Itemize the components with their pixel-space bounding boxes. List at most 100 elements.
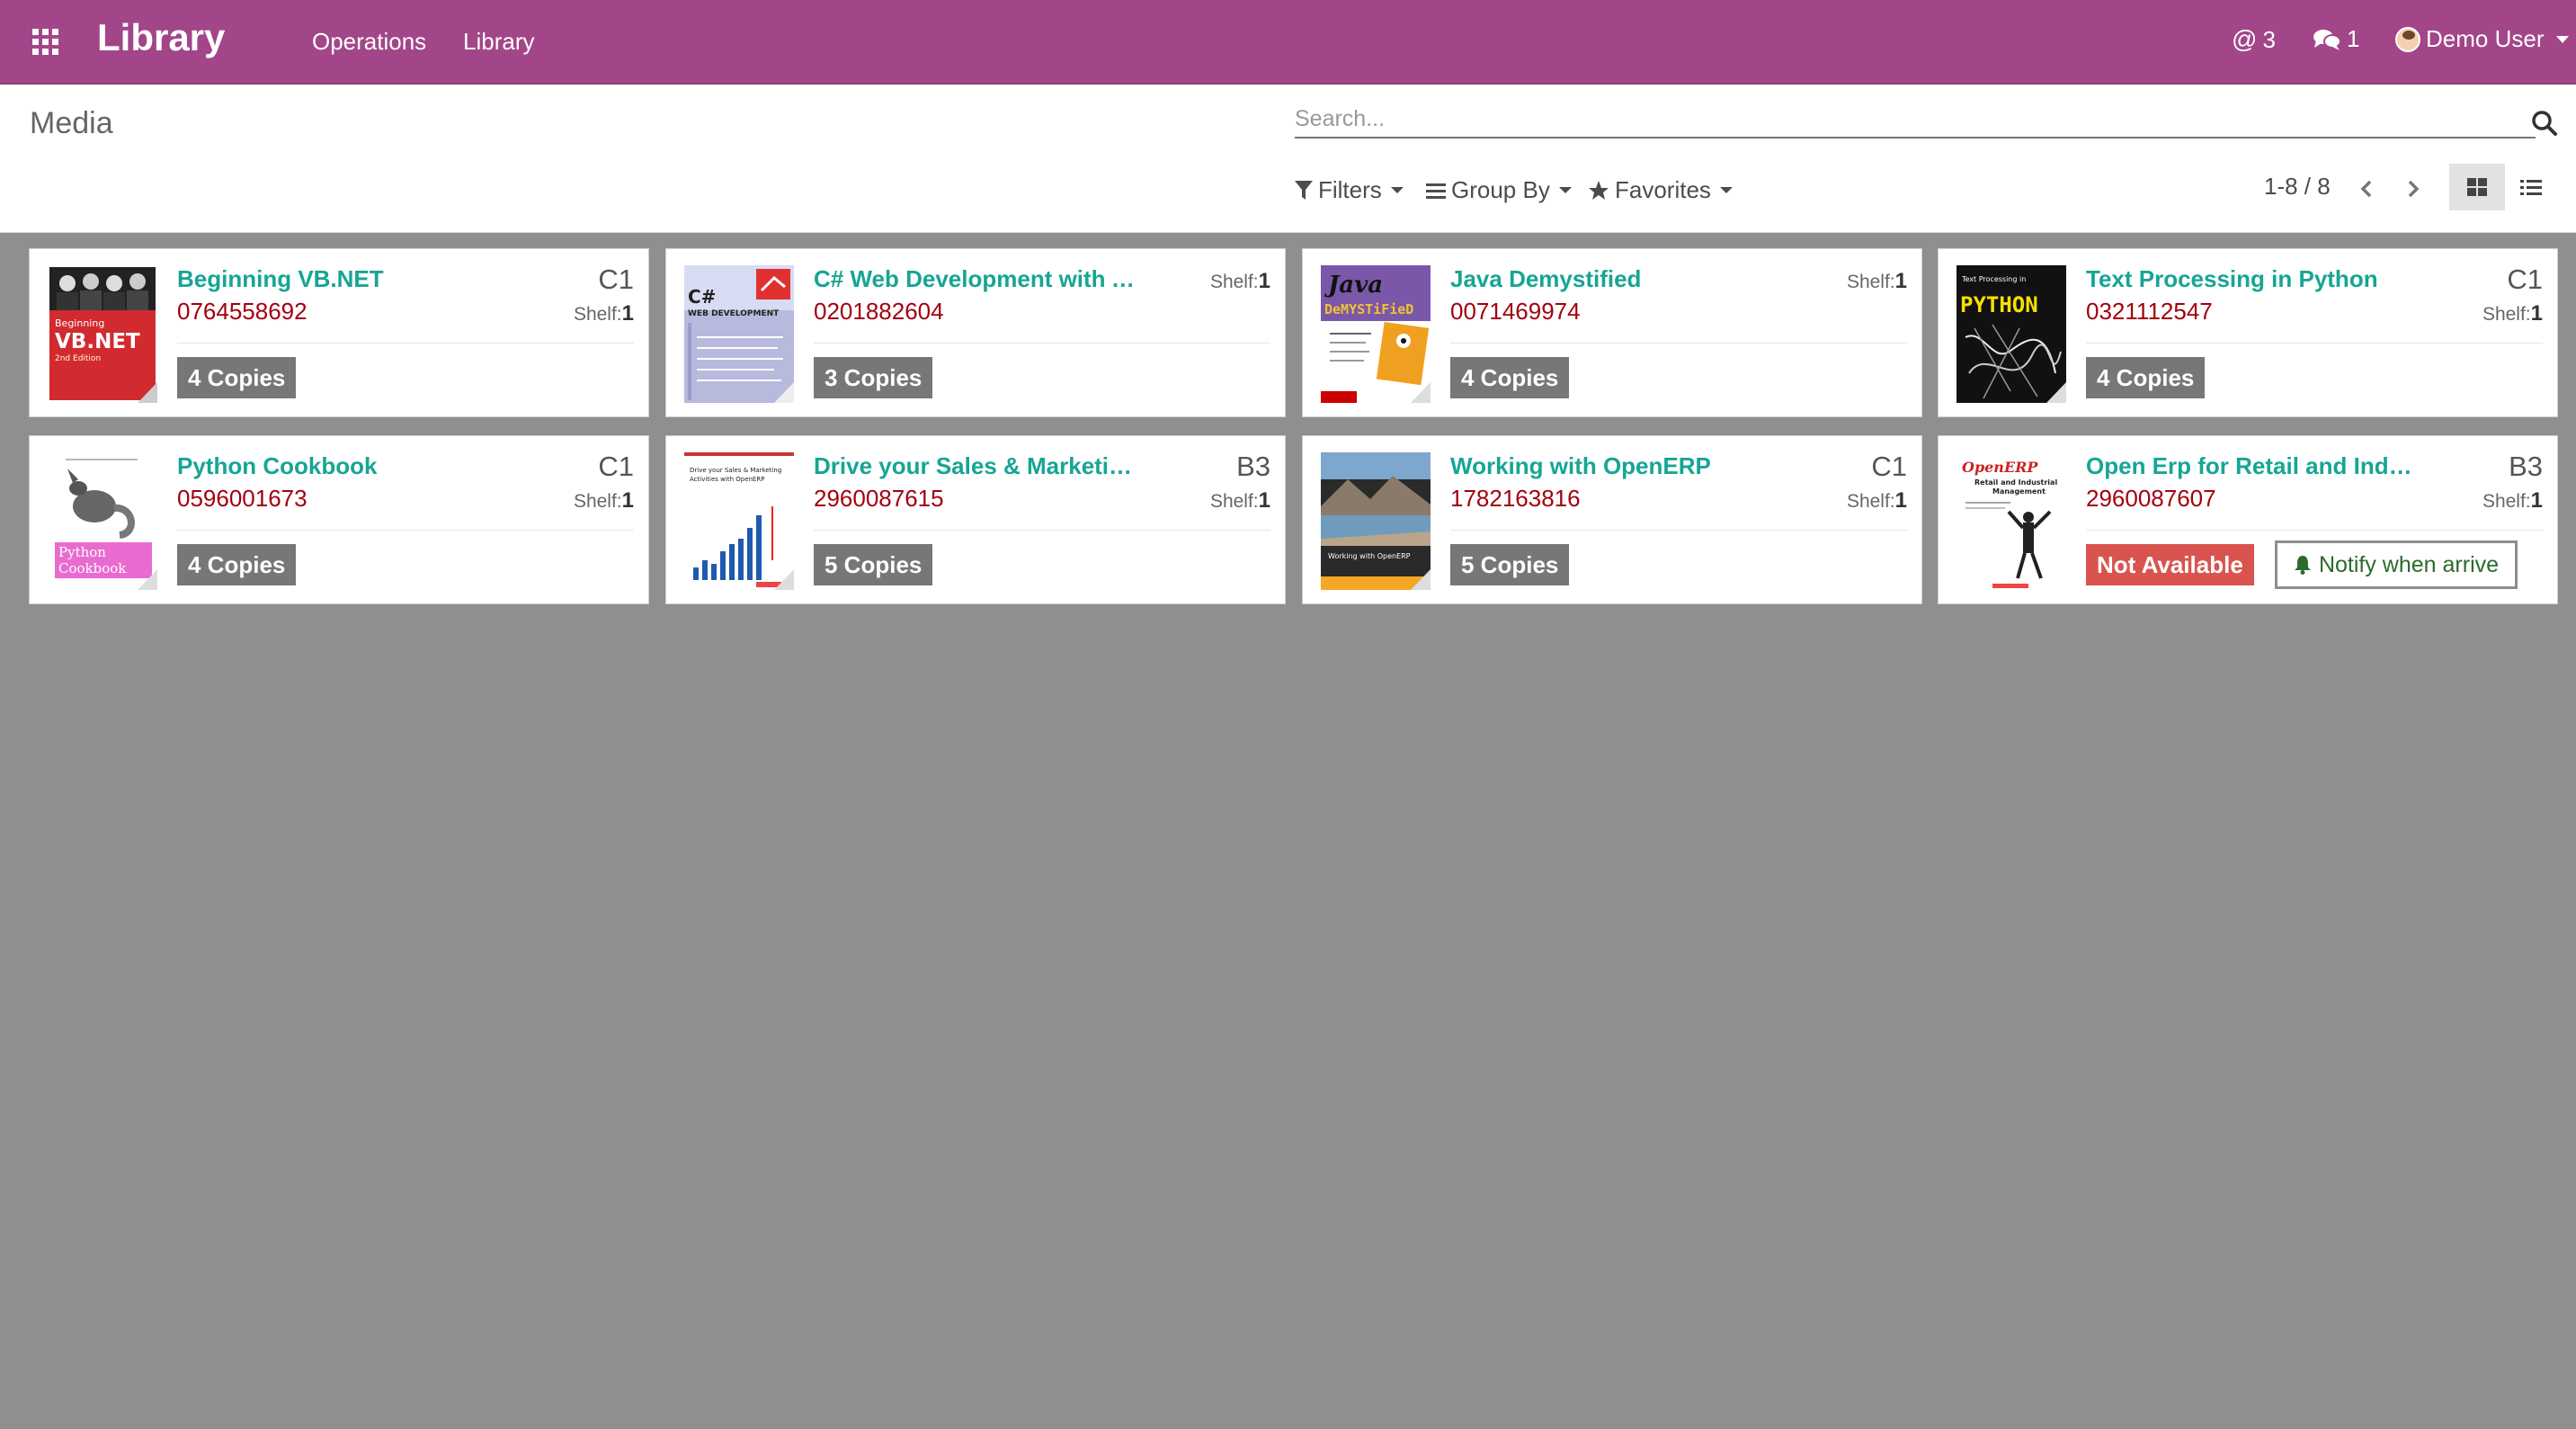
- filters-caret-icon: [1390, 187, 1404, 193]
- filters-dropdown[interactable]: Filters: [1295, 176, 1404, 204]
- card-divider: [814, 530, 1270, 531]
- card-divider: [177, 343, 634, 344]
- shelf-code: B3: [2509, 451, 2543, 482]
- card-divider: [814, 343, 1270, 344]
- book-isbn: 1782163816: [1450, 485, 1581, 512]
- user-avatar: [2395, 26, 2420, 52]
- favorites-label: Favorites: [1615, 176, 1711, 203]
- pager-previous-icon[interactable]: [2349, 171, 2384, 207]
- book-isbn: 0764558692: [177, 298, 308, 325]
- copies-badge: 5 Copies: [814, 544, 933, 585]
- book-isbn: 2960087615: [814, 485, 944, 512]
- svg-text:Activities with OpenERP: Activities with OpenERP: [690, 476, 764, 483]
- book-card[interactable]: Working with OpenERP Working with OpenER…: [1302, 435, 1922, 604]
- svg-text:VB.NET: VB.NET: [55, 330, 140, 353]
- svg-text:Working with OpenERP: Working with OpenERP: [1328, 552, 1411, 560]
- book-card[interactable]: OpenERP Retail and Industrial Management…: [1938, 435, 2558, 604]
- book-cover-image: Beginning VB.NET 2nd Edition: [48, 265, 157, 403]
- search-input[interactable]: [1295, 101, 2536, 138]
- book-title[interactable]: Open Erp for Retail and Indust...: [2086, 452, 2419, 480]
- svg-text:Python: Python: [58, 544, 106, 560]
- notify-label: Notify when arrive: [2318, 551, 2500, 577]
- mentions-count: 3: [2262, 25, 2276, 53]
- search-icon[interactable]: [2531, 110, 2558, 137]
- card-divider: [2086, 343, 2543, 344]
- svg-text:WEB DEVELOPMENT: WEB DEVELOPMENT: [688, 309, 780, 318]
- book-cover-image: C# WEB DEVELOPMENT: [684, 265, 794, 403]
- svg-text:Management: Management: [1992, 487, 2046, 496]
- book-title[interactable]: Python Cookbook: [177, 452, 501, 480]
- mentions-button[interactable]: @ 3: [2232, 25, 2276, 54]
- list-bars-icon: [1426, 183, 1446, 199]
- favorites-dropdown[interactable]: Favorites: [1588, 176, 1733, 204]
- user-menu[interactable]: Demo User: [2395, 25, 2570, 53]
- shelf-info: Shelf:1: [573, 488, 634, 513]
- shelf-info: Shelf:1: [573, 301, 634, 326]
- book-isbn: 0071469974: [1450, 298, 1581, 325]
- svg-text:2nd Edition: 2nd Edition: [55, 354, 101, 363]
- copies-badge: 4 Copies: [2086, 357, 2206, 398]
- book-cover-image: OpenERP Retail and Industrial Management: [1957, 452, 2066, 590]
- book-card[interactable]: C# WEB DEVELOPMENT C# Web Development wi…: [665, 248, 1286, 417]
- book-cover-image: Drive your Sales & Marketing Activities …: [684, 452, 794, 590]
- book-isbn: 2960087607: [2086, 485, 2216, 512]
- svg-text:PYTHON: PYTHON: [1960, 292, 2038, 317]
- pager-next-icon[interactable]: [2395, 171, 2431, 207]
- shelf-code: C1: [598, 263, 634, 295]
- not-available-badge: Not Available: [2086, 544, 2254, 585]
- kanban-grid-icon: [2467, 178, 2487, 196]
- svg-text:C#: C#: [688, 286, 716, 308]
- filter-icon: [1295, 180, 1313, 200]
- book-cover-image: Text Processing in PYTHON: [1957, 265, 2066, 403]
- copies-badge: 4 Copies: [177, 357, 297, 398]
- filters-label: Filters: [1318, 176, 1382, 203]
- menu-operations[interactable]: Operations: [312, 28, 426, 56]
- pager-value[interactable]: 1-8 / 8: [2264, 173, 2331, 201]
- book-card[interactable]: Drive your Sales & Marketing Activities …: [665, 435, 1286, 604]
- book-title[interactable]: Working with OpenERP: [1450, 452, 1774, 480]
- book-cover-image: Java DeMYSTiFieD: [1321, 265, 1431, 403]
- kanban-view-button[interactable]: [2449, 164, 2505, 210]
- list-view-icon: [2520, 180, 2542, 195]
- apps-grid-icon[interactable]: [32, 29, 59, 56]
- book-card[interactable]: Python Cookbook Python Cookbook 05960016…: [29, 435, 649, 604]
- star-icon: [1589, 180, 1609, 200]
- shelf-code: C1: [598, 451, 634, 482]
- book-card[interactable]: Beginning VB.NET 2nd Edition Beginning V…: [29, 248, 649, 417]
- chat-bubbles-icon: [2313, 29, 2341, 50]
- notify-when-arrive-button[interactable]: Notify when arrive: [2275, 540, 2518, 589]
- messages-count: 1: [2347, 25, 2360, 52]
- copies-badge: 5 Copies: [1450, 544, 1570, 585]
- favorites-caret-icon: [1719, 187, 1733, 193]
- card-divider: [1450, 343, 1907, 344]
- shelf-code: B3: [1236, 451, 1270, 482]
- svg-text:Java: Java: [1324, 272, 1383, 299]
- at-icon: @: [2232, 25, 2258, 53]
- messages-button[interactable]: 1: [2313, 25, 2359, 53]
- book-title[interactable]: Java Demystified: [1450, 265, 1801, 293]
- user-name: Demo User: [2426, 25, 2545, 52]
- menu-library[interactable]: Library: [463, 28, 534, 56]
- book-title[interactable]: Beginning VB.NET: [177, 265, 501, 293]
- shelf-info: Shelf:1: [2482, 488, 2543, 513]
- svg-text:Retail and Industrial: Retail and Industrial: [1974, 478, 2057, 487]
- list-view-button[interactable]: [2503, 164, 2559, 210]
- svg-text:OpenERP: OpenERP: [1962, 459, 2038, 476]
- groupby-dropdown[interactable]: Group By: [1426, 176, 1572, 204]
- breadcrumb: Media: [30, 106, 113, 140]
- card-divider: [2086, 530, 2543, 531]
- book-title[interactable]: Text Processing in Python: [2086, 265, 2410, 293]
- app-brand[interactable]: Library: [97, 16, 225, 59]
- shelf-info: Shelf:1: [1209, 488, 1270, 513]
- top-navbar: Library Operations Library @ 3 1 Demo Us…: [0, 0, 2576, 85]
- book-title[interactable]: C# Web Development with AS...: [814, 265, 1139, 293]
- svg-text:Text Processing in: Text Processing in: [1961, 275, 2026, 283]
- card-divider: [1450, 530, 1907, 531]
- book-card[interactable]: Java DeMYSTiFieD Java Demystified 007146…: [1302, 248, 1922, 417]
- svg-text:Cookbook: Cookbook: [58, 560, 127, 576]
- book-cover-image: Python Cookbook: [48, 452, 157, 590]
- book-title[interactable]: Drive your Sales & Marketing ...: [814, 452, 1137, 480]
- book-cover-image: Working with OpenERP: [1321, 452, 1431, 590]
- shelf-info: Shelf:1: [1846, 488, 1907, 513]
- book-card[interactable]: Text Processing in PYTHON Text Processin…: [1938, 248, 2558, 417]
